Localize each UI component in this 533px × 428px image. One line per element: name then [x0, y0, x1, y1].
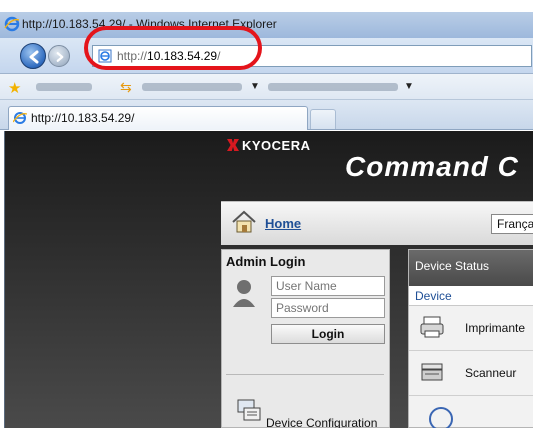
browser-window: http://10.183.54.29/ - Windows Internet …	[0, 0, 533, 428]
device-tab[interactable]: Device	[409, 286, 533, 306]
home-icon[interactable]	[231, 210, 257, 234]
device-status-panel: Device Status Device Imprimante Scanneur	[408, 249, 533, 428]
chevron-down-icon[interactable]: ▼	[404, 81, 414, 92]
back-arrow-icon	[29, 50, 39, 64]
address-highlight-ring	[84, 26, 262, 70]
new-tab-button[interactable]	[310, 109, 336, 129]
device-status-header: Device Status	[409, 250, 533, 286]
scanner-label: Scanneur	[465, 366, 517, 380]
list-item-printer[interactable]: Imprimante	[409, 307, 533, 351]
brand-logo: KYOCERA	[227, 138, 311, 153]
device-label: Device	[415, 289, 452, 303]
forward-button[interactable]	[48, 45, 70, 67]
printer-label: Imprimante	[465, 321, 526, 335]
chevron-down-icon[interactable]: ▼	[250, 81, 260, 92]
favorites-star-icon[interactable]: ★	[8, 79, 21, 97]
tab-label: http://10.183.54.29/	[31, 111, 135, 125]
title-bar: http://10.183.54.29/ - Windows Internet …	[0, 12, 533, 38]
admin-login-panel: Admin Login Login Device Configuration	[221, 249, 390, 428]
list-item-scanner[interactable]: Scanneur	[409, 352, 533, 396]
device-configuration-link[interactable]: Device Configuration	[266, 416, 377, 428]
ie-icon	[4, 16, 20, 32]
user-icon	[233, 280, 255, 307]
forward-arrow-icon	[56, 52, 64, 62]
login-button[interactable]: Login	[271, 324, 385, 344]
add-favorite-icon[interactable]: ⇆	[120, 79, 132, 96]
favorites-slices[interactable]	[268, 83, 398, 91]
kyocera-logo-icon	[227, 139, 239, 151]
tab-bar: http://10.183.54.29/	[0, 100, 533, 130]
username-field[interactable]	[271, 276, 385, 296]
ie-icon	[13, 112, 27, 124]
password-field[interactable]	[271, 298, 385, 318]
home-bar: Home Françai	[221, 201, 533, 245]
device-status-title: Device Status	[415, 259, 490, 273]
back-button[interactable]	[20, 43, 46, 69]
admin-login-title: Admin Login	[226, 254, 306, 269]
favorites-bar: ★ ⇆ ▼ ▼	[0, 74, 533, 100]
status-circle-icon	[429, 407, 453, 428]
navigation-bar: http://10.183.54.29/	[0, 38, 533, 74]
scanner-icon	[421, 363, 443, 381]
printer-icon	[420, 316, 444, 338]
favorites-suggested[interactable]	[142, 83, 242, 91]
home-link[interactable]: Home	[265, 216, 301, 231]
page-viewport: KYOCERA Command C Home Françai Admin Log…	[4, 131, 533, 428]
product-title: Command C	[345, 151, 519, 182]
list-item-partial[interactable]	[409, 397, 533, 428]
favorites-label[interactable]	[36, 83, 92, 91]
tab-current[interactable]: http://10.183.54.29/	[8, 106, 308, 130]
language-select[interactable]: Françai	[491, 214, 533, 234]
device-configuration-icon[interactable]	[236, 398, 262, 424]
divider	[226, 374, 384, 375]
